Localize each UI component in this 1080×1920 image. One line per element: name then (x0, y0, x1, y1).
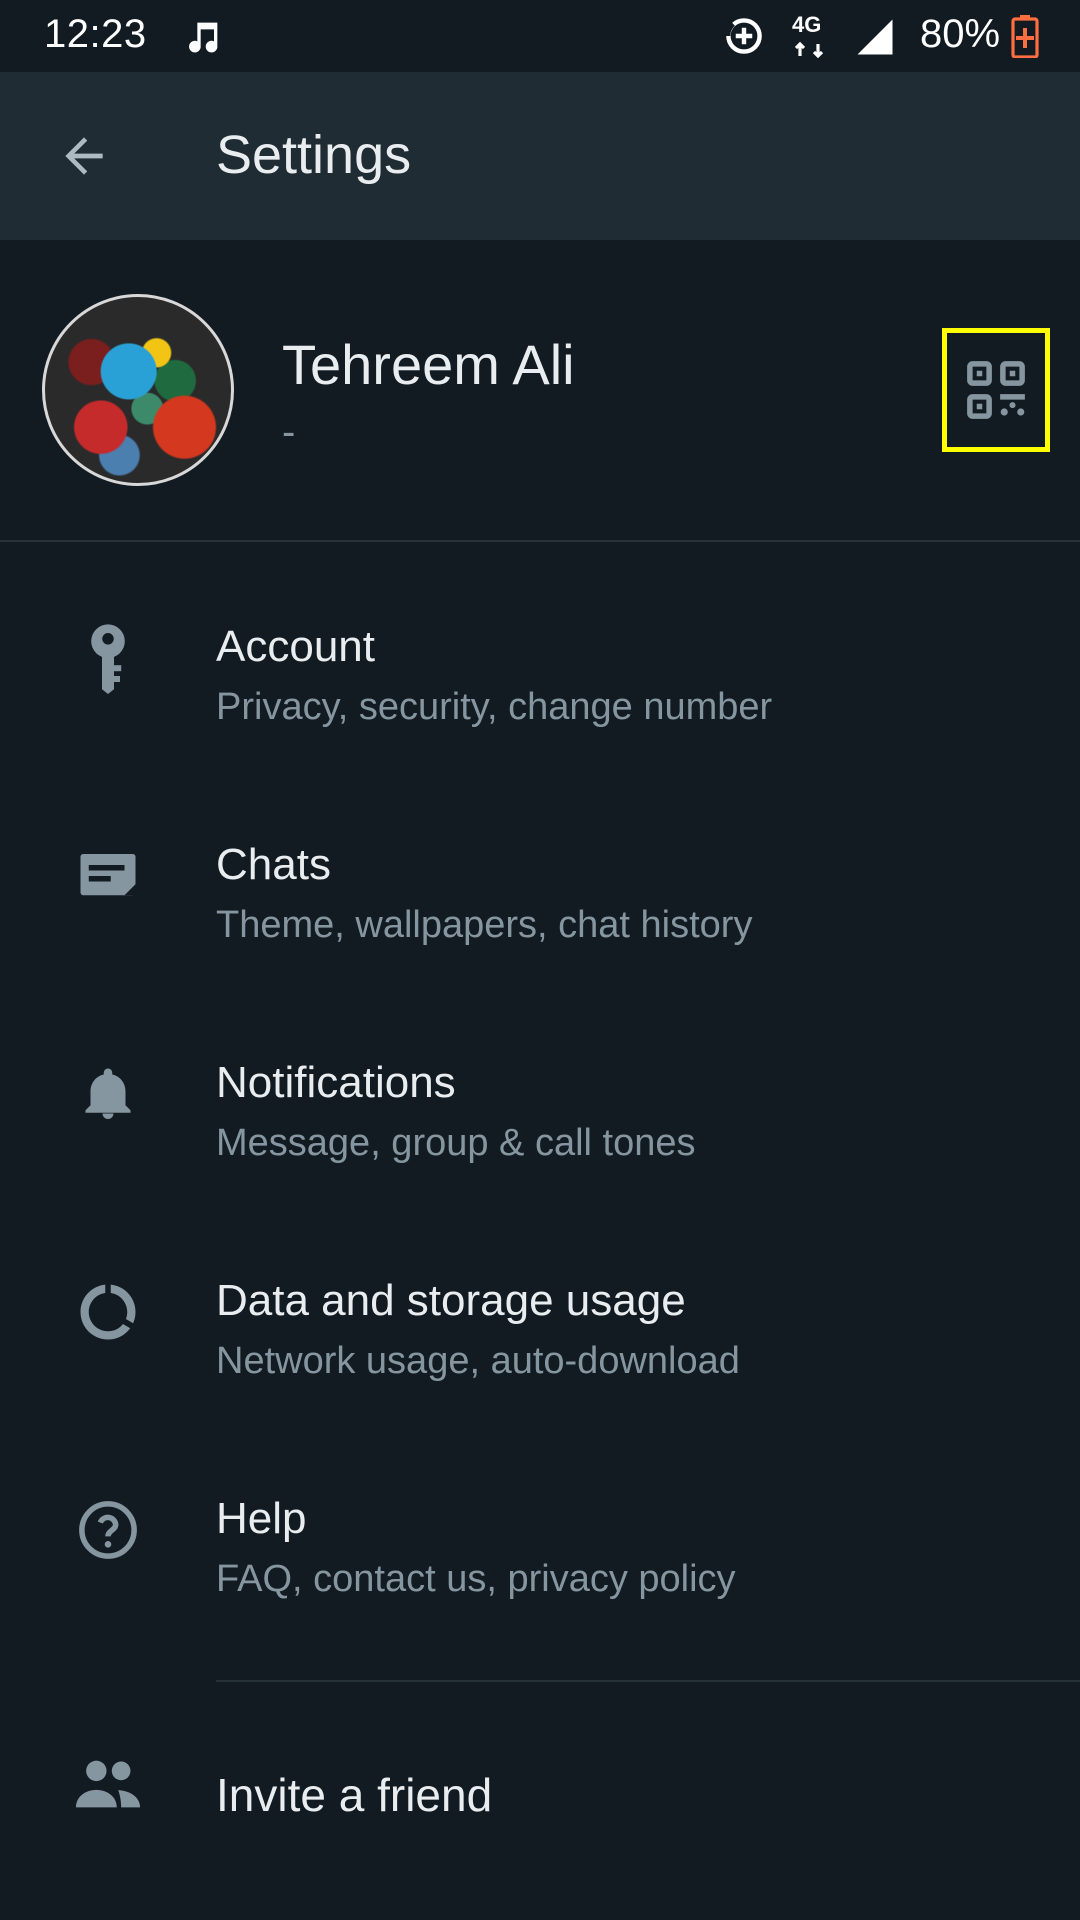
page-title: Settings (216, 125, 412, 185)
invite-friend-item[interactable]: Invite a friend (0, 1682, 1080, 1900)
settings-item-subtitle: Message, group & call tones (216, 1122, 696, 1164)
profile-about: - (282, 410, 296, 454)
network-4g-icon (794, 41, 824, 59)
chat-icon (68, 836, 148, 916)
help-icon (68, 1490, 148, 1570)
settings-item-chats[interactable]: Chats Theme, wallpapers, chat history (0, 760, 1080, 978)
music-note-icon (189, 22, 218, 53)
arrow-back-icon (65, 137, 103, 175)
settings-item-title: Chats (216, 840, 331, 889)
status-bar: 12:23 4G 80% (0, 0, 1080, 72)
sync-icon (724, 18, 762, 54)
data-usage-icon (68, 1272, 148, 1352)
battery-charging-icon (1011, 15, 1039, 58)
settings-item-notifications[interactable]: Notifications Message, group & call tone… (0, 978, 1080, 1196)
qr-code-button[interactable] (942, 328, 1050, 452)
bell-icon (68, 1054, 148, 1134)
settings-item-data-storage[interactable]: Data and storage usage Network usage, au… (0, 1196, 1080, 1414)
invite-friend-label: Invite a friend (216, 1769, 493, 1821)
qr-code-icon (967, 361, 1025, 419)
settings-item-subtitle: FAQ, contact us, privacy policy (216, 1558, 736, 1600)
avatar[interactable] (42, 294, 234, 486)
settings-screen: 12:23 4G 80% Settings Tehreem Ali - Acco… (0, 0, 1080, 1920)
settings-item-subtitle: Privacy, security, change number (216, 686, 773, 728)
signal-icon (857, 19, 893, 55)
back-button[interactable] (44, 116, 124, 196)
profile-row[interactable]: Tehreem Ali - (0, 240, 1080, 540)
settings-list: Account Privacy, security, change number… (0, 542, 1080, 1632)
key-icon (68, 618, 148, 698)
settings-item-subtitle: Theme, wallpapers, chat history (216, 904, 753, 946)
people-icon (68, 1744, 148, 1824)
settings-item-account[interactable]: Account Privacy, security, change number (0, 542, 1080, 760)
settings-item-subtitle: Network usage, auto-download (216, 1340, 740, 1382)
profile-name: Tehreem Ali (282, 333, 575, 396)
settings-item-title: Notifications (216, 1058, 456, 1107)
app-bar: Settings (0, 72, 1080, 240)
settings-item-title: Help (216, 1494, 307, 1543)
battery-percent: 80% (920, 12, 1001, 56)
settings-item-help[interactable]: Help FAQ, contact us, privacy policy (0, 1414, 1080, 1632)
settings-item-title: Account (216, 622, 375, 671)
settings-item-title: Data and storage usage (216, 1276, 686, 1325)
status-time: 12:23 (44, 12, 147, 56)
